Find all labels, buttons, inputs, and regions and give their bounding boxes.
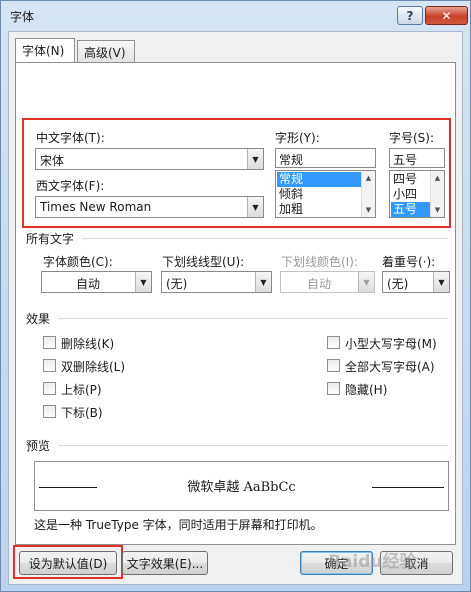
dropdown-arrow-icon: ▼ (358, 272, 374, 292)
set-default-button[interactable]: 设为默认值(D) (19, 551, 117, 575)
underline-color-label: 下划线颜色(I): (281, 255, 358, 269)
emphasis-mark-value: (无) (387, 277, 409, 291)
font-style-input[interactable]: 常规 (275, 148, 376, 168)
dialog-client-area: 字体(N) 高级(V) 中文字体(T): 宋体 ▼ 西文字体(F): Times… (8, 31, 463, 585)
font-size-value: 五号 (393, 153, 418, 167)
subscript-checkbox[interactable] (43, 405, 56, 418)
title-bar[interactable]: 字体 ? ✕ (1, 1, 470, 29)
preview-sample-text: 微软卓越 AaBbCc (187, 480, 296, 495)
font-style-option[interactable]: 加粗 (277, 202, 303, 217)
help-button[interactable]: ? (397, 6, 423, 25)
small-caps-checkbox[interactable] (327, 336, 340, 349)
small-caps-label[interactable]: 小型大写字母(M) (345, 335, 437, 352)
double-strikethrough-label[interactable]: 双删除线(L) (61, 358, 125, 375)
section-divider (58, 318, 448, 319)
tab-font[interactable]: 字体(N) (15, 38, 75, 62)
western-font-select[interactable]: Times New Roman ▼ (35, 196, 264, 218)
font-size-input[interactable]: 五号 (389, 148, 445, 168)
superscript-checkbox[interactable] (43, 382, 56, 395)
close-button[interactable]: ✕ (425, 6, 468, 25)
dropdown-arrow-icon[interactable]: ▼ (433, 272, 449, 292)
strikethrough-checkbox[interactable] (43, 336, 56, 349)
underline-color-value: 自动 (306, 277, 331, 291)
preview-description: 这是一种 TrueType 字体，同时适用于屏幕和打印机。 (34, 518, 323, 532)
underline-color-select: 自动 ▼ (280, 271, 375, 293)
underline-style-value: (无) (166, 277, 188, 291)
western-font-value: Times New Roman (40, 200, 152, 214)
superscript-label[interactable]: 上标(P) (61, 381, 102, 398)
help-icon: ? (406, 8, 414, 23)
font-tab-panel: 中文字体(T): 宋体 ▼ 西文字体(F): Times New Roman ▼… (15, 62, 456, 545)
font-color-label: 字体颜色(C): (43, 255, 113, 269)
scroll-up-icon[interactable]: ▲ (362, 172, 375, 184)
font-style-list[interactable]: 常规 倾斜 加粗 ▲ ▼ (275, 170, 376, 218)
hidden-checkbox[interactable] (327, 382, 340, 395)
all-caps-checkbox[interactable] (327, 359, 340, 372)
preview-box: 微软卓越 AaBbCc (34, 461, 449, 511)
font-style-scrollbar[interactable]: ▲ ▼ (361, 171, 375, 217)
western-font-label: 西文字体(F): (36, 179, 105, 193)
section-divider (58, 445, 448, 446)
font-style-value: 常规 (279, 153, 304, 167)
font-dialog: 字体 ? ✕ 字体(N) 高级(V) 中文字体(T): 宋体 ▼ 西文字体(F)… (0, 0, 471, 592)
chinese-font-select[interactable]: 宋体 ▼ (35, 148, 264, 170)
font-style-option[interactable]: 倾斜 (277, 187, 303, 202)
font-size-option[interactable]: 四号 (391, 172, 417, 187)
watermark: Baidu经验 (328, 552, 417, 572)
chinese-font-label: 中文字体(T): (36, 131, 105, 145)
font-color-value: 自动 (75, 277, 100, 291)
underline-style-select[interactable]: (无) ▼ (161, 271, 272, 293)
emphasis-mark-select[interactable]: (无) ▼ (382, 271, 450, 293)
all-caps-label[interactable]: 全部大写字母(A) (345, 358, 435, 375)
dropdown-arrow-icon[interactable]: ▼ (255, 272, 271, 292)
font-size-list[interactable]: 四号 小四 五号 ▲ ▼ (389, 170, 445, 218)
strikethrough-label[interactable]: 删除线(K) (61, 335, 114, 352)
double-strikethrough-checkbox[interactable] (43, 359, 56, 372)
font-size-option[interactable]: 五号 (391, 202, 430, 217)
subscript-label[interactable]: 下标(B) (61, 404, 103, 421)
dropdown-arrow-icon[interactable]: ▼ (135, 272, 151, 292)
font-style-label: 字形(Y): (275, 131, 320, 145)
preview-right-line (372, 487, 444, 488)
emphasis-mark-label: 着重号(·): (382, 255, 436, 269)
dropdown-arrow-icon[interactable]: ▼ (247, 149, 263, 169)
close-icon: ✕ (441, 8, 452, 23)
font-color-select[interactable]: 自动 ▼ (41, 271, 152, 293)
window-title: 字体 (10, 10, 35, 24)
chinese-font-value: 宋体 (40, 154, 65, 168)
font-style-option[interactable]: 常规 (277, 172, 361, 187)
section-divider (82, 238, 448, 239)
scroll-down-icon[interactable]: ▼ (431, 204, 444, 216)
font-size-option[interactable]: 小四 (391, 187, 417, 202)
font-size-label: 字号(S): (389, 131, 435, 145)
all-text-section-title: 所有文字 (26, 232, 75, 246)
text-effects-button[interactable]: 文字效果(E)... (122, 551, 208, 575)
effects-section-title: 效果 (26, 312, 51, 326)
tab-advanced[interactable]: 高级(V) (77, 40, 135, 62)
preview-section-title: 预览 (26, 439, 51, 453)
underline-style-label: 下划线线型(U): (162, 255, 245, 269)
hidden-label[interactable]: 隐藏(H) (345, 381, 387, 398)
font-size-scrollbar[interactable]: ▲ ▼ (430, 171, 444, 217)
dropdown-arrow-icon[interactable]: ▼ (247, 197, 263, 217)
scroll-down-icon[interactable]: ▼ (362, 204, 375, 216)
scroll-up-icon[interactable]: ▲ (431, 172, 444, 184)
